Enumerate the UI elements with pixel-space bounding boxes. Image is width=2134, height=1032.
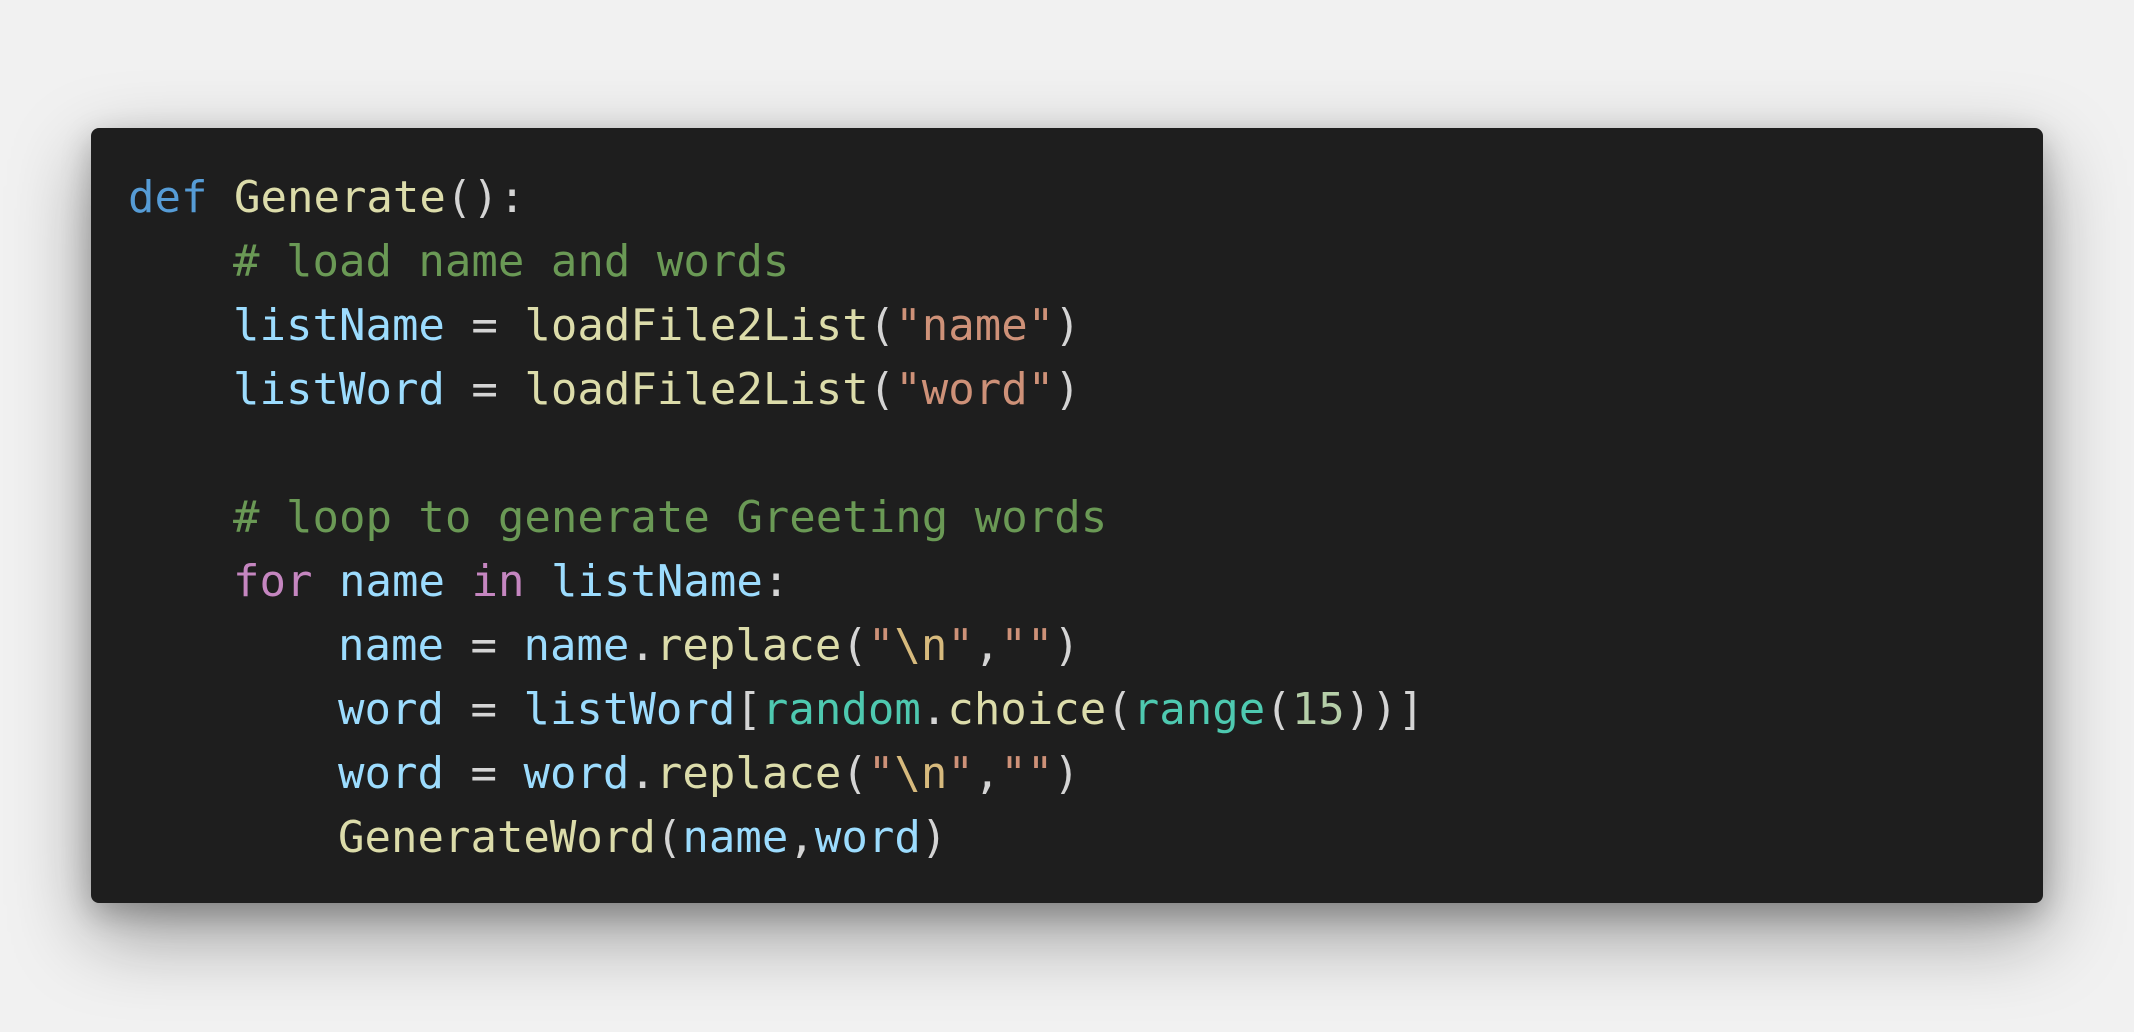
variable: name: [338, 620, 444, 671]
function-call: loadFile2List: [524, 300, 869, 351]
punctuation: ,: [973, 748, 1001, 799]
code-line-2: # load name and words: [128, 230, 2043, 294]
punctuation: ): [920, 812, 948, 863]
escape-sequence: \n: [894, 748, 948, 799]
code-line-9: word = listWord[random.choice(range(15))…: [128, 678, 2043, 742]
code-line-3: listName = loadFile2List("name"): [128, 294, 2043, 358]
variable: word: [338, 684, 444, 735]
operator: =: [443, 620, 524, 671]
punctuation: ,: [973, 620, 1001, 671]
variable: name: [523, 620, 630, 671]
operator: =: [443, 684, 524, 735]
number-literal: 15: [1291, 684, 1345, 735]
method-call: replace: [655, 620, 842, 671]
punctuation: (: [655, 812, 683, 863]
code-snippet-window: def Generate(): # load name and words li…: [91, 128, 2043, 903]
punctuation: .: [629, 748, 656, 799]
builtin-function: range: [1132, 684, 1266, 735]
punctuation: (: [868, 300, 896, 351]
variable: listWord: [523, 684, 736, 735]
punctuation: ,: [788, 812, 815, 863]
string-literal: "name": [895, 300, 1055, 351]
method-call: choice: [947, 684, 1107, 735]
punctuation: (: [1106, 684, 1133, 735]
string-quote: ": [947, 748, 974, 799]
punctuation: ): [1053, 748, 1080, 799]
string-literal: "": [1000, 748, 1054, 799]
punctuation: .: [920, 684, 948, 735]
code-line-5-blank: [128, 422, 2043, 486]
keyword-for: for: [233, 556, 313, 607]
code-line-10: word = word.replace("\n",""): [128, 742, 2043, 806]
keyword-in: in: [471, 556, 525, 607]
punctuation: ): [1054, 300, 1081, 351]
variable: name: [338, 556, 445, 607]
punctuation: (: [841, 748, 868, 799]
string-quote: ": [867, 620, 895, 671]
variable: word: [338, 748, 444, 799]
punctuation: ): [1053, 620, 1080, 671]
comment: # load name and words: [233, 236, 790, 287]
code-line-8: name = name.replace("\n",""): [128, 614, 2043, 678]
variable: listName: [233, 300, 445, 351]
punctuation: :: [762, 556, 790, 607]
punctuation: ():: [445, 172, 526, 223]
operator: =: [444, 300, 525, 351]
code-line-1: def Generate():: [128, 166, 2043, 230]
punctuation: ): [1054, 364, 1081, 415]
string-quote: ": [867, 748, 895, 799]
punctuation: .: [629, 620, 656, 671]
module-name: random: [761, 684, 921, 735]
escape-sequence: \n: [894, 620, 948, 671]
argument: word: [814, 812, 921, 863]
argument: name: [682, 812, 789, 863]
punctuation: (: [1265, 684, 1292, 735]
code-line-11: GenerateWord(name,word): [128, 806, 2043, 870]
punctuation: [: [735, 684, 762, 735]
string-literal: "word": [895, 364, 1055, 415]
variable: listName: [550, 556, 763, 607]
method-call: replace: [655, 748, 842, 799]
string-literal: "": [1000, 620, 1054, 671]
punctuation: ))]: [1344, 684, 1425, 735]
code-line-4: listWord = loadFile2List("word"): [128, 358, 2043, 422]
punctuation: (: [868, 364, 896, 415]
comment: # loop to generate Greeting words: [233, 492, 1108, 543]
string-quote: ": [947, 620, 974, 671]
code-line-6: # loop to generate Greeting words: [128, 486, 2043, 550]
variable: listWord: [233, 364, 445, 415]
variable: word: [523, 748, 630, 799]
function-name: Generate: [233, 172, 446, 223]
keyword-def: def: [128, 172, 208, 223]
function-call: GenerateWord: [338, 812, 656, 863]
function-call: loadFile2List: [524, 364, 869, 415]
operator: =: [443, 748, 524, 799]
operator: =: [444, 364, 525, 415]
punctuation: (: [841, 620, 868, 671]
code-line-7: for name in listName:: [128, 550, 2043, 614]
